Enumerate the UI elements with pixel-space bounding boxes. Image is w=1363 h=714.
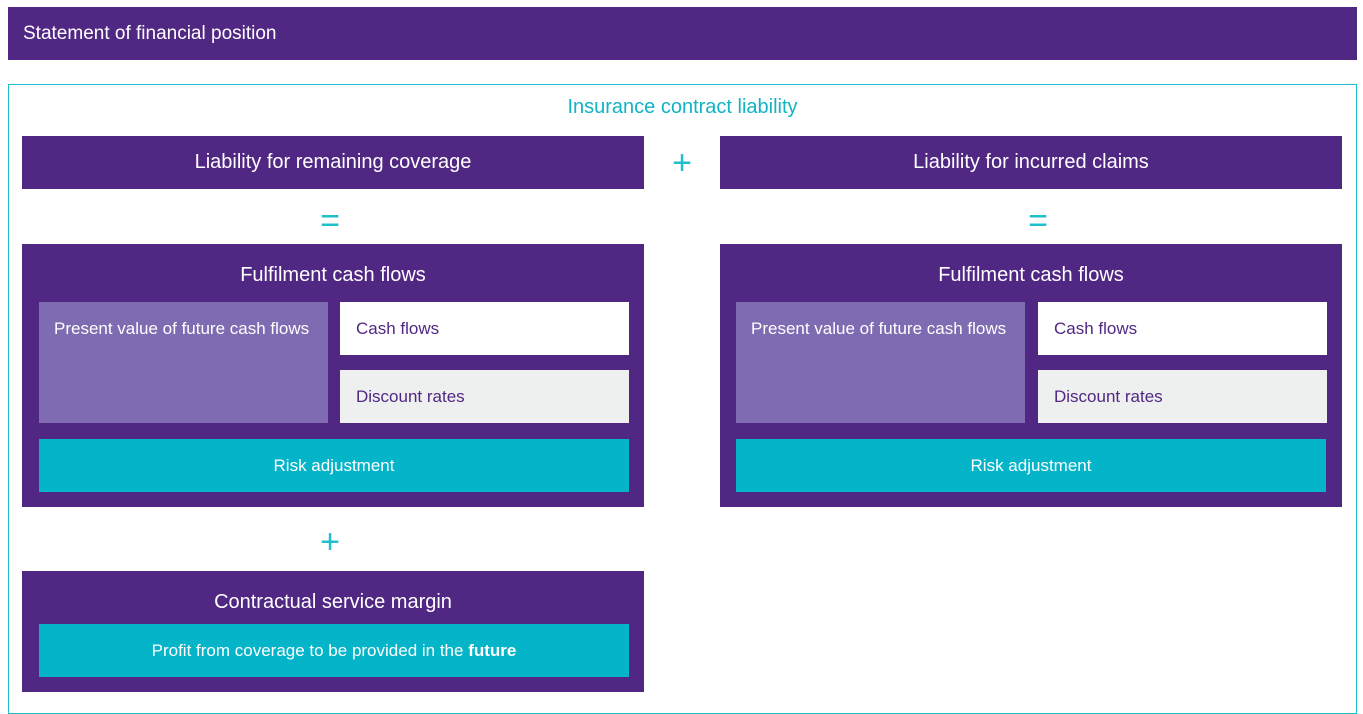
right-fulfilment-cash-flows-box: Fulfilment cash flows Present value of f… <box>720 244 1342 507</box>
csm-profit-text: Profit from coverage to be provided in t… <box>151 641 469 660</box>
left-risk-adjustment-label: Risk adjustment <box>273 456 395 475</box>
plus-operator-csm: + <box>320 523 340 561</box>
right-risk-adjustment-bar: Risk adjustment <box>736 439 1326 492</box>
left-discount-rates-label: Discount rates <box>356 387 465 406</box>
insurance-contract-liability-label: Insurance contract liability <box>567 96 798 118</box>
right-fulfilment-cash-flows-title: Fulfilment cash flows <box>938 264 1124 286</box>
right-discount-rates-label: Discount rates <box>1054 387 1163 406</box>
liability-incurred-claims-header: Liability for incurred claims <box>720 136 1342 189</box>
equals-operator-left: = <box>320 202 340 240</box>
contractual-service-margin-title: Contractual service margin <box>214 591 452 613</box>
page-title-bar: Statement of financial position <box>8 7 1357 60</box>
left-risk-adjustment-bar: Risk adjustment <box>39 439 629 492</box>
right-discount-rates-cell: Discount rates <box>1038 370 1327 423</box>
right-cash-flows-cell: Cash flows <box>1038 302 1327 355</box>
csm-profit-bar: Profit from coverage to be provided in t… <box>39 624 629 677</box>
right-present-value-label: Present value of future cash flows <box>751 319 1007 338</box>
left-cash-flows-label: Cash flows <box>356 319 440 338</box>
left-discount-rates-cell: Discount rates <box>340 370 629 423</box>
left-cash-flows-cell: Cash flows <box>340 302 629 355</box>
page-title: Statement of financial position <box>23 23 277 44</box>
left-fulfilment-cash-flows-title: Fulfilment cash flows <box>240 264 426 286</box>
right-risk-adjustment-label: Risk adjustment <box>970 456 1092 475</box>
equals-operator-right: = <box>1028 202 1048 240</box>
liability-incurred-claims-label: Liability for incurred claims <box>913 151 1149 173</box>
plus-operator-headers: + <box>672 144 692 182</box>
contractual-service-margin-box: Contractual service margin Profit from c… <box>22 571 644 692</box>
left-present-value-box: Present value of future cash flows <box>39 302 328 423</box>
right-cash-flows-label: Cash flows <box>1054 319 1138 338</box>
left-present-value-label: Present value of future cash flows <box>54 319 310 338</box>
left-fulfilment-cash-flows-box: Fulfilment cash flows Present value of f… <box>22 244 644 507</box>
csm-profit-bold: future <box>468 641 517 660</box>
liability-remaining-coverage-label: Liability for remaining coverage <box>194 151 472 173</box>
right-present-value-box: Present value of future cash flows <box>736 302 1025 423</box>
liability-remaining-coverage-header: Liability for remaining coverage <box>22 136 644 189</box>
